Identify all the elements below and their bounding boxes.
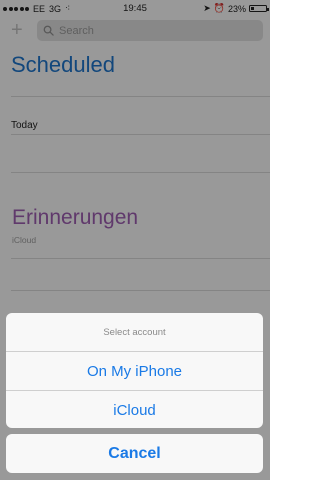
icloud-button[interactable]: iCloud [6,391,263,428]
cancel-button[interactable]: Cancel [6,434,263,473]
account-action-sheet: Select account On My iPhone iCloud [6,313,263,428]
action-sheet-title: Select account [6,313,263,352]
on-my-iphone-button[interactable]: On My iPhone [6,352,263,391]
reminders-screen: EE 3G ⁖ 19:45 ➤ ⏰ 23% + Search Scheduled… [0,0,270,480]
